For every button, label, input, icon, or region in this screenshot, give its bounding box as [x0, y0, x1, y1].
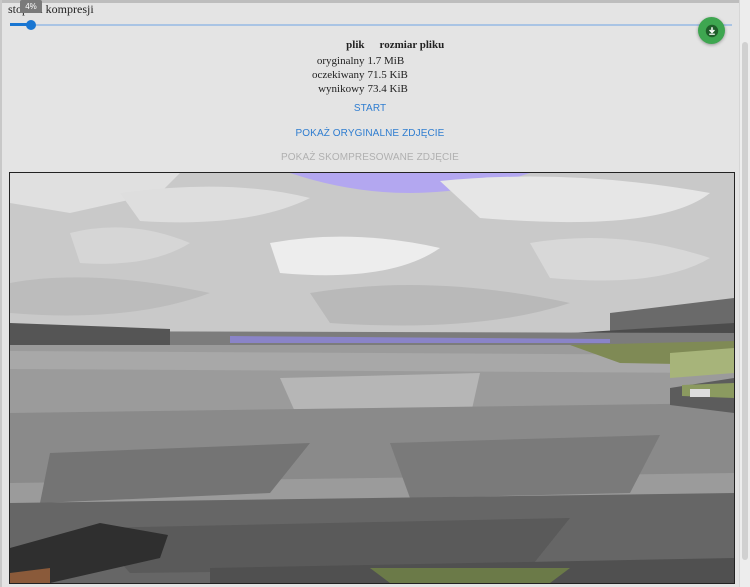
vertical-scrollbar[interactable]	[739, 0, 750, 587]
download-icon	[705, 24, 718, 37]
table-row: oczekiwany 71.5 KiB	[311, 69, 445, 83]
start-button[interactable]: START	[0, 103, 740, 114]
lake-landscape-image	[10, 173, 734, 583]
table-header-file: plik	[346, 39, 365, 51]
compression-slider-track[interactable]	[10, 24, 732, 26]
table-cell-name: oryginalny	[316, 55, 365, 67]
table-cell-size: 1.7 MiB	[367, 55, 405, 67]
table-cell-name: wynikowy	[318, 83, 365, 95]
window-left-border	[0, 0, 2, 587]
table-row: wynikowy 73.4 KiB	[311, 83, 445, 97]
table-cell-size: 73.4 KiB	[367, 83, 408, 95]
window-top-border	[0, 0, 750, 3]
table-header-size: rozmiar pliku	[379, 39, 445, 51]
file-size-table: plik rozmiar pliku oryginalny 1.7 MiB oc…	[311, 39, 445, 97]
compression-slider-value: 4%	[20, 0, 42, 13]
table-cell-size: 71.5 KiB	[367, 69, 408, 81]
scrollbar-thumb[interactable]	[742, 42, 748, 560]
show-compressed-button[interactable]: POKAŻ SKOMPRESOWANE ZDJĘCIE	[0, 152, 740, 163]
compression-slider-thumb[interactable]	[26, 20, 36, 30]
show-original-button[interactable]: POKAŻ ORYGINALNE ZDJĘCIE	[0, 128, 740, 139]
compressed-photo	[9, 172, 735, 584]
download-button[interactable]	[698, 17, 725, 44]
table-row: oryginalny 1.7 MiB	[311, 55, 445, 69]
table-cell-name: oczekiwany	[312, 69, 365, 81]
